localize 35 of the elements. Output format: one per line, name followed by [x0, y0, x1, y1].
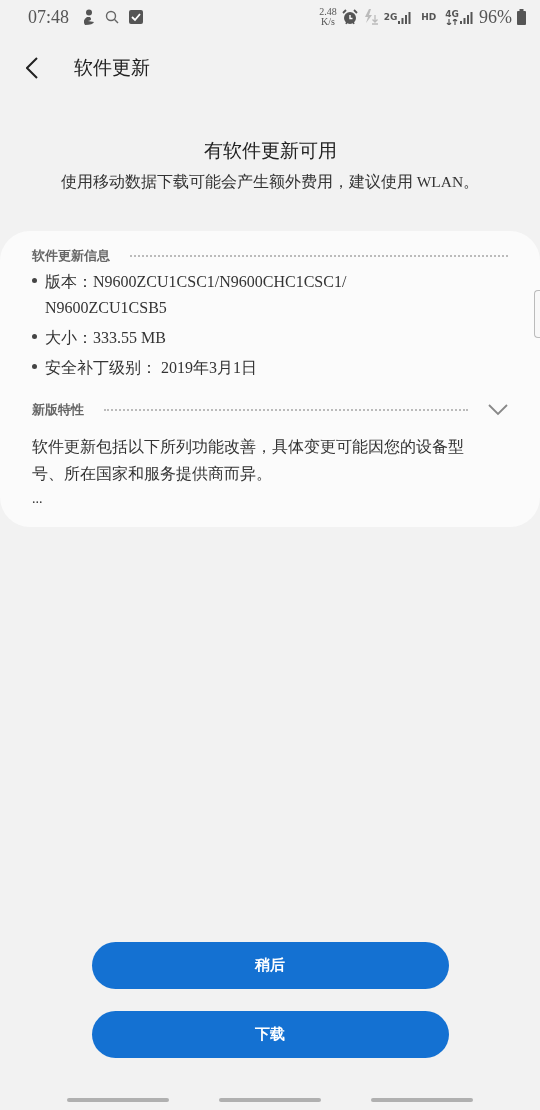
info-text: 大小：333.55 MB: [45, 328, 166, 348]
bullet-icon: [32, 278, 37, 283]
action-button[interactable]: 下载: [91, 1011, 449, 1058]
clock: 07:48: [28, 6, 69, 28]
expand-button[interactable]: [488, 404, 508, 416]
features-text: 软件更新包括以下所列功能改善，具体变更可能因您的设备型号、所在国家和服务提供商而异。: [32, 437, 465, 484]
section-heading: 新版特性: [32, 401, 84, 419]
battery-percent: 96%: [479, 6, 512, 28]
navigation-handle[interactable]: [371, 1098, 473, 1102]
speed-unit: K/s: [320, 17, 335, 27]
battery-icon: [517, 9, 526, 25]
data-transfer-icon: [362, 9, 379, 25]
info-text: 版本：N9600ZCU1CSC1/N9600CHC1CSC1/ N9600ZCU1CSB5: [45, 272, 347, 318]
network-label: 4G: [445, 9, 459, 19]
bullet-icon: [32, 364, 37, 369]
signal-icon: [398, 10, 413, 24]
network-label: 2G: [383, 12, 398, 22]
bullet-icon: [32, 334, 37, 339]
checkbox-icon: [129, 10, 143, 24]
action-button[interactable]: 稍后: [91, 942, 449, 989]
hd-label: HD: [421, 12, 437, 22]
notice-message: 使用移动数据下载可能会产生额外费用，建议使用 WLAN。: [59, 172, 481, 192]
figure-icon: [81, 9, 95, 25]
more-text: ...: [32, 491, 44, 507]
info-text: 安全补丁级别： 2019年3月1日: [45, 358, 257, 378]
navigation-handle[interactable]: [219, 1098, 321, 1102]
arrows-icon: [446, 18, 459, 25]
speed-value: 2.48: [319, 7, 337, 17]
navigation-handle[interactable]: [67, 1098, 169, 1102]
signal-icon: [460, 10, 474, 24]
notice-title: 有软件更新可用: [202, 139, 338, 163]
section-heading: 软件更新信息: [32, 247, 110, 265]
alarm-icon: [341, 9, 358, 25]
page-title: 软件更新: [74, 56, 150, 80]
search-icon: [105, 10, 119, 24]
